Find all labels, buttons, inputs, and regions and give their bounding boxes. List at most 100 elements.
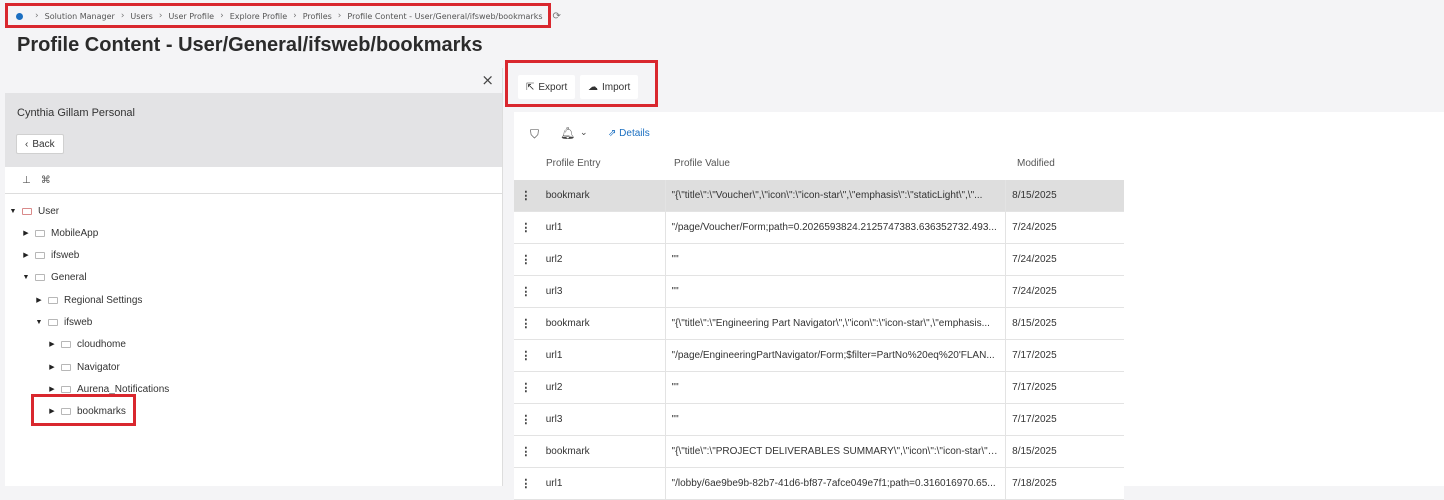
kebab-menu-icon[interactable]: ⋮ (514, 285, 538, 298)
caret-right-icon[interactable]: ▶ (34, 296, 44, 304)
folder-icon (48, 296, 58, 304)
back-label: Back (32, 138, 55, 150)
folder-icon (22, 207, 32, 215)
table-row[interactable]: ⋮ url1 "/page/Voucher/Form;path=0.202659… (514, 212, 1124, 244)
grid-toolbar: ⛉ 🔔︎ ⌄ ⇗ Details (514, 112, 1444, 156)
tree-node-cloudhome[interactable]: ▶ cloudhome (47, 336, 126, 352)
pin-icon[interactable]: ⊥ (22, 175, 31, 186)
cell-value-text: "/page/EngineeringPartNavigator/Form;$fi… (671, 350, 995, 361)
tree-node-label: Regional Settings (64, 294, 143, 306)
table-row[interactable]: ⋮ url1 "/lobby/6ae9be9b-82b7-41d6-bf87-7… (514, 468, 1124, 500)
caret-right-icon[interactable]: ▶ (47, 340, 57, 348)
kebab-menu-icon[interactable]: ⋮ (514, 317, 538, 330)
column-header-entry[interactable]: Profile Entry (546, 158, 600, 169)
folder-icon (61, 363, 71, 371)
tree-node-label: cloudhome (77, 338, 126, 350)
panel-header: Cynthia Gillam Personal ‹ Back (5, 93, 502, 167)
cell-value: "" (666, 276, 1007, 307)
cell-value: "{\"title\":\"Voucher\",\"icon\":\"icon-… (666, 180, 1007, 211)
tree-node-label: Aurena_Notifications (77, 383, 170, 395)
panel-close-bar: × (5, 68, 502, 93)
folder-icon (48, 318, 58, 326)
tree-node-ifsweb[interactable]: ▶ ifsweb (21, 247, 79, 263)
caret-right-icon[interactable]: ▶ (47, 363, 57, 371)
bookmarks-highlight (31, 394, 136, 426)
cell-entry: url1 (538, 340, 666, 371)
cell-value: "" (666, 404, 1007, 435)
cell-value: "/page/EngineeringPartNavigator/Form;$fi… (666, 340, 1007, 371)
tree-node-navigator[interactable]: ▶ Navigator (47, 359, 120, 375)
kebab-menu-icon[interactable]: ⋮ (514, 189, 538, 202)
kebab-menu-icon[interactable]: ⋮ (514, 445, 538, 458)
cell-value-text: "{\"title\":\"PROJECT DELIVERABLES SUMMA… (671, 446, 1000, 457)
tree-node-mobileapp[interactable]: ▶ MobileApp (21, 225, 98, 241)
tree-node-label: MobileApp (51, 227, 99, 239)
table-row[interactable]: ⋮ bookmark "{\"title\":\"PROJECT DELIVER… (514, 436, 1124, 468)
cell-value: "/page/Voucher/Form;path=0.2026593824.21… (666, 212, 1007, 243)
kebab-menu-icon[interactable]: ⋮ (514, 253, 538, 266)
cell-value: "" (666, 244, 1007, 275)
chevron-left-icon: ‹ (25, 138, 29, 150)
folder-icon (35, 229, 45, 237)
table-row[interactable]: ⋮ url3 "" 7/24/2025 (514, 276, 1124, 308)
refresh-icon[interactable]: ⟳ (553, 11, 561, 22)
cell-value-text: "" (671, 286, 679, 297)
table-row[interactable]: ⋮ url3 "" 7/17/2025 (514, 404, 1124, 436)
close-icon[interactable]: × (481, 71, 494, 89)
kebab-menu-icon[interactable]: ⋮ (514, 221, 538, 234)
cell-value-text: "" (671, 414, 679, 425)
cell-modified: 7/18/2025 (1012, 478, 1057, 489)
table-row[interactable]: ⋮ url2 "" 7/24/2025 (514, 244, 1124, 276)
tree-node-label: Navigator (77, 361, 120, 373)
column-header-value[interactable]: Profile Value (674, 158, 730, 169)
cell-modified: 7/24/2025 (1012, 286, 1057, 297)
tree-node-user[interactable]: ▼ User (8, 203, 60, 219)
profile-content-grid: ⛉ 🔔︎ ⌄ ⇗ Details Profile Entry Profile V… (514, 112, 1444, 500)
tree-node-label: ifsweb (51, 249, 80, 261)
cell-value-text: "{\"title\":\"Voucher\",\"icon\":\"icon-… (671, 190, 983, 201)
folder-icon (35, 273, 45, 281)
cell-modified: 7/17/2025 (1012, 350, 1057, 361)
cell-modified: 8/15/2025 (1012, 190, 1057, 201)
caret-right-icon[interactable]: ▶ (21, 251, 31, 259)
tree-node-general[interactable]: ▼ General (21, 269, 87, 285)
cell-value-text: "/page/Voucher/Form;path=0.2026593824.21… (671, 222, 997, 233)
cell-value: "{\"title\":\"PROJECT DELIVERABLES SUMMA… (666, 436, 1007, 467)
cell-entry: url2 (538, 372, 666, 403)
cell-value: "/lobby/6ae9be9b-82b7-41d6-bf87-7afce049… (666, 468, 1007, 499)
table-row[interactable]: ⋮ url2 "" 7/17/2025 (514, 372, 1124, 404)
kebab-menu-icon[interactable]: ⋮ (514, 381, 538, 394)
table-row[interactable]: ⋮ url1 "/page/EngineeringPartNavigator/F… (514, 340, 1124, 372)
cell-value-text: "" (671, 382, 679, 393)
tree-node-regional-settings[interactable]: ▶ Regional Settings (34, 292, 142, 308)
cell-value-text: "" (671, 254, 679, 265)
kebab-menu-icon[interactable]: ⋮ (514, 349, 538, 362)
cell-value: "{\"title\":\"Engineering Part Navigator… (666, 308, 1007, 339)
tree-node-general-ifsweb[interactable]: ▼ ifsweb (34, 314, 93, 330)
breadcrumb-highlight (5, 3, 551, 28)
cell-value: "" (666, 372, 1007, 403)
caret-down-icon[interactable]: ▼ (21, 274, 31, 281)
cell-entry: bookmark (538, 436, 666, 467)
caret-down-icon[interactable]: ▼ (8, 208, 18, 215)
table-row[interactable]: ⋮ bookmark "{\"title\":\"Voucher\",\"ico… (514, 180, 1124, 212)
kebab-menu-icon[interactable]: ⋮ (514, 413, 538, 426)
cell-modified: 7/17/2025 (1012, 382, 1057, 393)
kebab-menu-icon[interactable]: ⋮ (514, 477, 538, 490)
folder-icon (61, 385, 71, 393)
chevron-down-icon[interactable]: ⌄ (580, 128, 588, 138)
bell-icon[interactable]: 🔔︎ (560, 126, 575, 140)
table-row[interactable]: ⋮ bookmark "{\"title\":\"Engineering Par… (514, 308, 1124, 340)
cell-entry: url1 (538, 212, 666, 243)
cell-entry: bookmark (538, 180, 666, 211)
caret-right-icon[interactable]: ▶ (47, 385, 57, 393)
expand-all-icon[interactable]: ⌘ (41, 175, 51, 186)
caret-down-icon[interactable]: ▼ (34, 319, 44, 326)
folder-icon (61, 340, 71, 348)
column-header-modified[interactable]: Modified (1017, 158, 1055, 169)
filter-icon[interactable]: ⛉ (530, 127, 539, 142)
tree-node-label: General (51, 271, 87, 283)
caret-right-icon[interactable]: ▶ (21, 229, 31, 237)
details-link[interactable]: ⇗ Details (608, 128, 650, 139)
back-button[interactable]: ‹ Back (16, 134, 64, 154)
